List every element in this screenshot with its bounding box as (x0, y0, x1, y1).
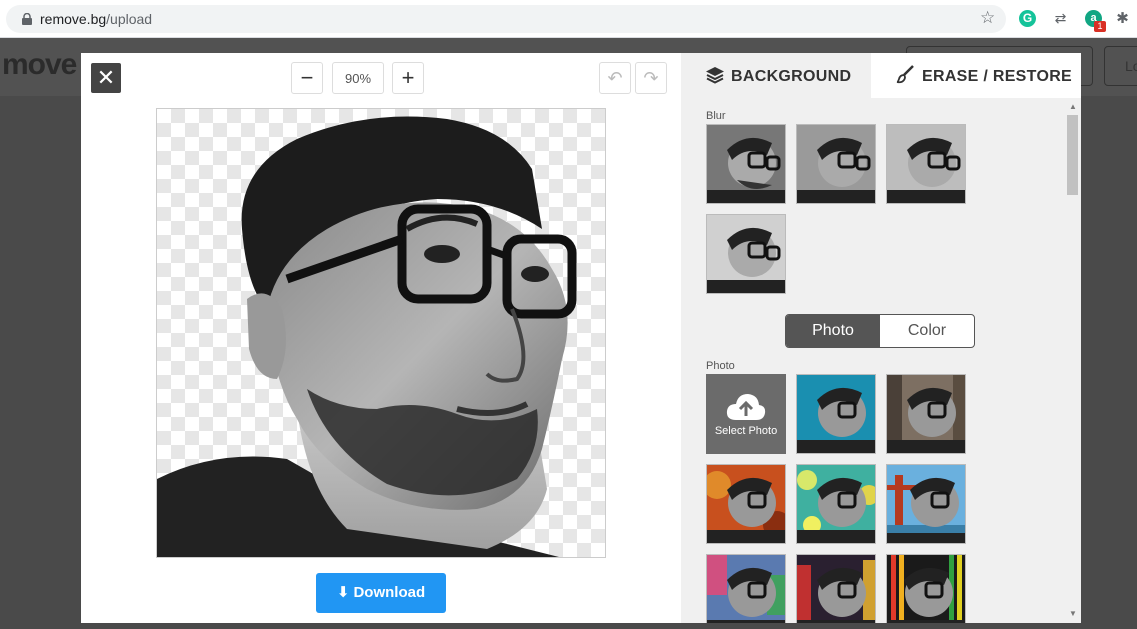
tab-background[interactable]: BACKGROUND (705, 53, 851, 98)
layers-icon (706, 67, 724, 84)
zoom-in-button[interactable]: + (392, 62, 424, 94)
extensions-puzzle-icon[interactable]: ✱ (1114, 10, 1131, 27)
plus-icon: + (401, 65, 415, 90)
background-photo-thumbnail[interactable] (796, 374, 876, 454)
redo-icon: ↷ (643, 68, 659, 88)
url-host: remove.bg (40, 11, 107, 27)
background-photo-thumbnail[interactable] (886, 464, 966, 544)
address-bar[interactable]: remove.bg/upload ☆ (6, 5, 1006, 33)
background-photo-thumbnail[interactable] (706, 464, 786, 544)
photo-color-toggle: Photo Color (785, 314, 975, 348)
undo-button[interactable]: ↶ (599, 62, 631, 94)
options-scroll-area[interactable]: Blur Photo Color Photo Select Photo (681, 98, 1081, 623)
minus-icon: − (300, 65, 314, 90)
download-icon: ⬇ (336, 584, 350, 601)
background-photo-thumbnail[interactable] (886, 554, 966, 623)
zoom-level: 90% (332, 62, 384, 94)
tab-erase-label: ERASE / RESTORE (922, 68, 1073, 85)
select-photo-label: Select Photo (714, 425, 778, 437)
url-text[interactable]: remove.bg/upload (40, 11, 152, 27)
shuffle-extension-icon[interactable]: ⇄ (1052, 10, 1069, 27)
blur-option-thumbnail[interactable] (706, 214, 786, 294)
editor-modal: ✕ − 90% + ↶ ↷ ⬇ Download BACKGROUND ERAS… (81, 53, 1081, 623)
login-button[interactable]: Lo (1104, 46, 1137, 86)
scroll-down-arrow-icon[interactable]: ▼ (1069, 609, 1077, 618)
background-photo-thumbnail[interactable] (796, 554, 876, 623)
site-logo[interactable]: move (2, 48, 77, 82)
lock-icon (22, 13, 32, 25)
options-panel: BACKGROUND ERASE / RESTORE Blur Photo Co… (681, 53, 1081, 623)
grammarly-extension-icon[interactable]: G (1019, 10, 1036, 27)
image-canvas[interactable] (156, 108, 606, 558)
url-path: /upload (106, 11, 153, 27)
tab-background-label: BACKGROUND (731, 68, 852, 85)
toggle-photo-button[interactable]: Photo (786, 315, 880, 347)
undo-icon: ↶ (607, 68, 623, 88)
redo-button[interactable]: ↷ (635, 62, 667, 94)
tab-erase-restore[interactable]: ERASE / RESTORE (896, 53, 1072, 98)
brush-icon (896, 65, 914, 84)
scroll-up-arrow-icon[interactable]: ▲ (1069, 102, 1077, 111)
close-icon: ✕ (96, 65, 116, 90)
background-photo-thumbnail[interactable] (886, 374, 966, 454)
panel-scrollbar-thumb[interactable] (1067, 115, 1078, 195)
blur-option-thumbnail[interactable] (706, 124, 786, 204)
editor-preview-pane: ✕ − 90% + ↶ ↷ ⬇ Download (81, 53, 681, 623)
zoom-out-button[interactable]: − (291, 62, 323, 94)
close-button[interactable]: ✕ (91, 63, 121, 93)
download-button[interactable]: ⬇ Download (316, 573, 446, 613)
download-label: Download (353, 584, 426, 601)
extension-badge: 1 (1094, 21, 1106, 32)
blur-option-thumbnail[interactable] (886, 124, 966, 204)
toggle-color-button[interactable]: Color (880, 315, 974, 347)
background-photo-thumbnail[interactable] (796, 464, 876, 544)
background-photo-thumbnail[interactable] (706, 554, 786, 623)
photo-section-label: Photo (706, 360, 735, 372)
browser-toolbar: remove.bg/upload ☆ G ⇄ a 1 ✱ (0, 0, 1137, 38)
cutout-portrait-image (157, 116, 577, 557)
bookmark-star-icon[interactable]: ☆ (980, 8, 995, 28)
select-photo-button[interactable]: Select Photo (706, 374, 786, 454)
blur-section-label: Blur (706, 110, 726, 122)
blur-option-thumbnail[interactable] (796, 124, 876, 204)
cloud-upload-icon (726, 394, 766, 420)
